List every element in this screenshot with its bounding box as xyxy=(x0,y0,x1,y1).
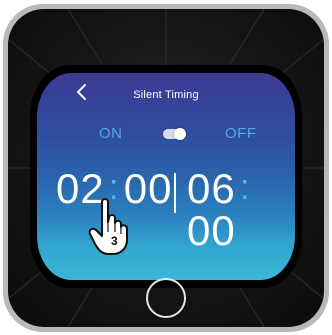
step-number: 3 xyxy=(111,234,118,248)
home-button[interactable] xyxy=(146,278,186,318)
end-time-colon: : xyxy=(239,166,251,207)
silent-timing-toggle[interactable] xyxy=(163,128,186,140)
on-label[interactable]: ON xyxy=(99,125,123,142)
end-minute[interactable]: 00 xyxy=(187,207,236,254)
toggle-knob xyxy=(174,128,186,140)
end-time: 06:00 xyxy=(187,168,295,252)
time-divider xyxy=(174,173,176,213)
device-face: Silent Timing ON OFF 02:00 06:00 xyxy=(8,9,324,327)
off-label[interactable]: OFF xyxy=(225,125,257,142)
display-screen: Silent Timing ON OFF 02:00 06:00 xyxy=(37,73,295,280)
page-title: Silent Timing xyxy=(133,89,199,101)
thermostat-device: Silent Timing ON OFF 02:00 06:00 xyxy=(3,4,329,332)
end-hour[interactable]: 06 xyxy=(187,165,236,212)
